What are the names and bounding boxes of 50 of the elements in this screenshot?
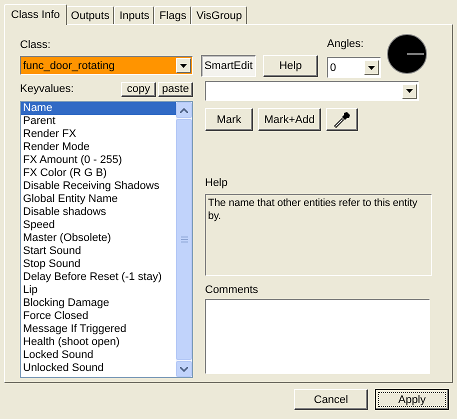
list-item[interactable]: Start Sound	[21, 245, 176, 258]
list-item[interactable]: Force Closed	[21, 310, 176, 323]
copy-button[interactable]: copy	[121, 82, 156, 96]
list-item[interactable]: Parent	[21, 115, 176, 128]
list-item[interactable]: Render Mode	[21, 141, 176, 154]
angles-label: Angles:	[327, 38, 365, 51]
list-item[interactable]: Master (Obsolete)	[21, 232, 176, 245]
list-item[interactable]: Global Entity Name	[21, 193, 176, 206]
cancel-button[interactable]: Cancel	[294, 389, 368, 410]
comments-label: Comments	[205, 284, 260, 297]
list-item[interactable]: Delay Before Reset (-1 stay)	[21, 271, 176, 284]
list-item[interactable]: Health (shoot open)	[21, 336, 176, 349]
list-item[interactable]: Disable Receiving Shadows	[21, 180, 176, 193]
eyedropper-icon	[332, 110, 352, 130]
help-button[interactable]: Help	[263, 55, 318, 77]
tab[interactable]: Outputs	[66, 6, 114, 24]
angles-dropdown[interactable]: 0	[327, 57, 381, 78]
eyedropper-button[interactable]	[326, 108, 358, 131]
tab[interactable]: Flags	[154, 6, 192, 24]
list-item[interactable]: Render FX	[21, 128, 176, 141]
scroll-up-icon[interactable]	[176, 102, 192, 118]
list-item[interactable]: Unlocked Sound	[21, 362, 176, 375]
tab[interactable]: Inputs	[114, 6, 154, 24]
list-item[interactable]: Blocking Damage	[21, 297, 176, 310]
paste-button[interactable]: paste	[158, 82, 193, 96]
list-item[interactable]: Name	[21, 102, 176, 115]
smartedit-button[interactable]: SmartEdit	[201, 55, 256, 77]
scroll-down-icon[interactable]	[176, 361, 192, 377]
comments-field[interactable]	[205, 299, 430, 374]
help-label: Help	[205, 177, 229, 190]
help-text: The name that other entities refer to this entity by.	[205, 194, 432, 276]
list-item[interactable]: Speed	[21, 219, 176, 232]
mark-button[interactable]: Mark	[205, 108, 253, 131]
tab[interactable]: Class Info	[4, 4, 67, 25]
apply-button[interactable]: Apply	[375, 389, 449, 410]
class-dropdown[interactable]: func_door_rotating	[20, 56, 193, 75]
list-item[interactable]: Stop Sound	[21, 258, 176, 271]
class-label: Class:	[20, 39, 52, 52]
list-item[interactable]: FX Amount (0 - 255)	[21, 154, 176, 167]
keyvalues-label: Keyvalues:	[20, 82, 74, 96]
list-item[interactable]: Lip	[21, 284, 176, 297]
tab[interactable]: VisGroup	[191, 6, 247, 24]
list-item[interactable]: Disable shadows	[21, 206, 176, 219]
list-item[interactable]: Message If Triggered	[21, 323, 176, 336]
list-item[interactable]: Locked Sound	[21, 349, 176, 362]
list-item[interactable]: FX Color (R G B)	[21, 167, 176, 180]
grip-icon	[180, 236, 188, 243]
value-dropdown[interactable]	[205, 81, 419, 101]
angle-dial-icon[interactable]	[387, 34, 427, 74]
mark-add-button[interactable]: Mark+Add	[258, 108, 321, 131]
